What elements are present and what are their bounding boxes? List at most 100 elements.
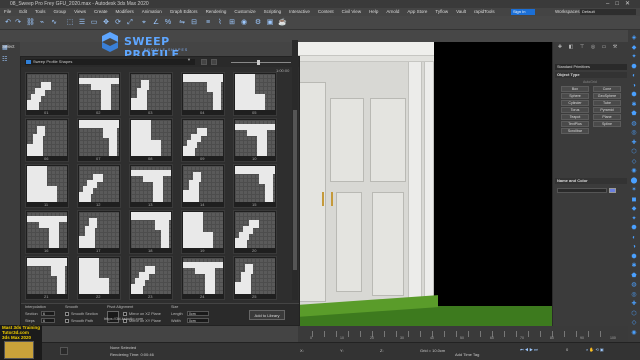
- profile-tile[interactable]: 21: [25, 256, 69, 300]
- profile-tile[interactable]: 03: [129, 72, 173, 116]
- tool-shortcut-icon[interactable]: ◈: [630, 34, 638, 42]
- timeline[interactable]: 0 10 20 30 40 50 60 70 80 90 100: [298, 326, 628, 342]
- menu-tyflow[interactable]: Tyflow: [431, 8, 452, 16]
- add-time-tag-button[interactable]: Add Time Tag: [455, 352, 479, 357]
- object-color-swatch[interactable]: [609, 188, 616, 193]
- menu-interactive[interactable]: Interactive: [285, 8, 314, 16]
- profile-tile[interactable]: 09: [181, 118, 225, 162]
- unlink-icon[interactable]: ⌁: [38, 19, 46, 27]
- scrollbar-button[interactable]: Scrollbar: [561, 128, 589, 134]
- width-input[interactable]: 0cm: [187, 318, 209, 323]
- motion-tab-icon[interactable]: ◎: [588, 44, 598, 51]
- menu-scripting[interactable]: Scripting: [260, 8, 286, 16]
- box-button[interactable]: Box: [561, 86, 589, 92]
- menu-rendering[interactable]: Rendering: [202, 8, 231, 16]
- sphere-button[interactable]: Sphere: [561, 93, 589, 99]
- select-object-icon[interactable]: ⬚: [66, 19, 74, 27]
- primitive-category-dropdown[interactable]: Standard Primitives: [555, 64, 627, 70]
- tool-shortcut-icon[interactable]: ⬣: [630, 224, 638, 232]
- menu-create[interactable]: Create: [90, 8, 112, 16]
- smooth-section-checkbox[interactable]: [65, 312, 69, 316]
- menu-edit[interactable]: Edit: [15, 8, 31, 16]
- tool-shortcut-icon[interactable]: ◐: [630, 234, 638, 242]
- render-teapot-icon[interactable]: ☕: [278, 19, 287, 27]
- tool-shortcut-icon[interactable]: ◉: [630, 167, 638, 175]
- shape-library-dropdown[interactable]: Sweep Profile Shapes: [25, 59, 195, 65]
- redo-icon[interactable]: ↷: [14, 19, 22, 27]
- tool-shortcut-icon[interactable]: ⬤: [630, 177, 638, 185]
- tool-shortcut-icon[interactable]: ✚: [630, 139, 638, 147]
- tool-shortcut-icon[interactable]: ◎: [630, 291, 638, 299]
- geosphere-button[interactable]: GeoSphere: [593, 93, 621, 99]
- plugin-scrollbar[interactable]: [292, 40, 298, 300]
- profile-tile[interactable]: 01: [25, 72, 69, 116]
- tool-shortcut-icon[interactable]: ⬢: [630, 253, 638, 261]
- layer-explorer-icon[interactable]: ≡: [204, 19, 212, 27]
- rectangular-selection-icon[interactable]: ▭: [90, 19, 98, 27]
- smooth-path-checkbox[interactable]: [65, 319, 69, 323]
- menu-civil-view[interactable]: Civil View: [338, 8, 365, 16]
- menu-vault[interactable]: Vault: [452, 8, 470, 16]
- torus-button[interactable]: Torus: [561, 107, 589, 113]
- sign-in-button[interactable]: Sign In: [511, 9, 535, 15]
- tube-button[interactable]: Tube: [593, 100, 621, 106]
- tool-shortcut-icon[interactable]: ◍: [630, 281, 638, 289]
- tool-shortcut-icon[interactable]: ◉: [630, 329, 638, 337]
- steps-input[interactable]: 6: [41, 318, 55, 323]
- menu-arnold[interactable]: Arnold: [382, 8, 403, 16]
- profile-tile[interactable]: 22: [77, 256, 121, 300]
- select-by-name-icon[interactable]: ☰: [78, 19, 86, 27]
- angle-snap-icon[interactable]: ∠: [152, 19, 160, 27]
- object-type-rollout[interactable]: Object Type: [555, 72, 627, 78]
- tool-shortcut-icon[interactable]: ◎: [630, 129, 638, 137]
- rotate-icon[interactable]: ⟳: [114, 19, 122, 27]
- workspace-dropdown[interactable]: Default: [580, 9, 636, 15]
- create-tab-icon[interactable]: ✚: [555, 44, 565, 51]
- profile-tile[interactable]: 23: [129, 256, 173, 300]
- library-settings-button[interactable]: [211, 59, 217, 65]
- menu-group[interactable]: Group: [50, 8, 71, 16]
- undo-icon[interactable]: ↶: [4, 19, 12, 27]
- chevron-down-icon[interactable]: ▼: [187, 57, 191, 62]
- bind-space-warp-icon[interactable]: ∿: [50, 19, 58, 27]
- tool-shortcut-icon[interactable]: ✱: [630, 101, 638, 109]
- hierarchy-tab-icon[interactable]: ⊤: [577, 44, 587, 51]
- autogrid-label[interactable]: AutoGrid: [583, 80, 597, 84]
- name-and-color-rollout[interactable]: Name and Color: [555, 178, 627, 184]
- add-library-button[interactable]: [201, 59, 207, 65]
- tool-shortcut-icon[interactable]: ⬡: [630, 310, 638, 318]
- navigation-icons[interactable]: ⌕ ✋ ⟲ ▣: [586, 347, 604, 352]
- tool-shortcut-icon[interactable]: ◑: [630, 243, 638, 251]
- profile-tile[interactable]: 20: [233, 210, 277, 254]
- maxscript-listener-button[interactable]: [60, 347, 68, 355]
- current-frame[interactable]: 0: [566, 347, 568, 352]
- utilities-tab-icon[interactable]: ⚒: [610, 44, 620, 51]
- menu-app-store[interactable]: App Store: [403, 8, 431, 16]
- menu-animation[interactable]: Animation: [138, 8, 166, 16]
- tool-shortcut-icon[interactable]: ◆: [630, 44, 638, 52]
- textplus-button[interactable]: TextPlus: [561, 121, 589, 127]
- cone-button[interactable]: Cone: [593, 86, 621, 92]
- display-tab-icon[interactable]: ▭: [599, 44, 609, 51]
- menu-rapidtools[interactable]: rapidTools: [470, 8, 499, 16]
- profile-tile[interactable]: 07: [77, 118, 121, 162]
- length-input[interactable]: 0cm: [187, 311, 209, 316]
- profile-tile[interactable]: 06: [25, 118, 69, 162]
- menu-graph-editors[interactable]: Graph Editors: [166, 8, 202, 16]
- tool-shortcut-icon[interactable]: ⬣: [630, 63, 638, 71]
- schematic-view-icon[interactable]: ⊞: [228, 19, 236, 27]
- thumbnail-size-slider[interactable]: [231, 60, 291, 65]
- menu-views[interactable]: Views: [70, 8, 90, 16]
- menu-file[interactable]: File: [0, 8, 15, 16]
- tool-shortcut-icon[interactable]: ✶: [630, 186, 638, 194]
- profile-tile[interactable]: 19: [181, 210, 225, 254]
- playback-controls[interactable]: ⏮ ◀ ▶ ⏭: [520, 347, 538, 352]
- tool-shortcut-icon[interactable]: ✦: [630, 53, 638, 61]
- object-name-input[interactable]: [557, 188, 607, 193]
- perspective-viewport[interactable]: [298, 42, 552, 342]
- menu-tools[interactable]: Tools: [31, 8, 50, 16]
- profile-tile[interactable]: 04: [181, 72, 225, 116]
- material-editor-icon[interactable]: ◉: [240, 19, 248, 27]
- profile-tile[interactable]: 10: [233, 118, 277, 162]
- curve-editor-icon[interactable]: ⌇: [216, 19, 224, 27]
